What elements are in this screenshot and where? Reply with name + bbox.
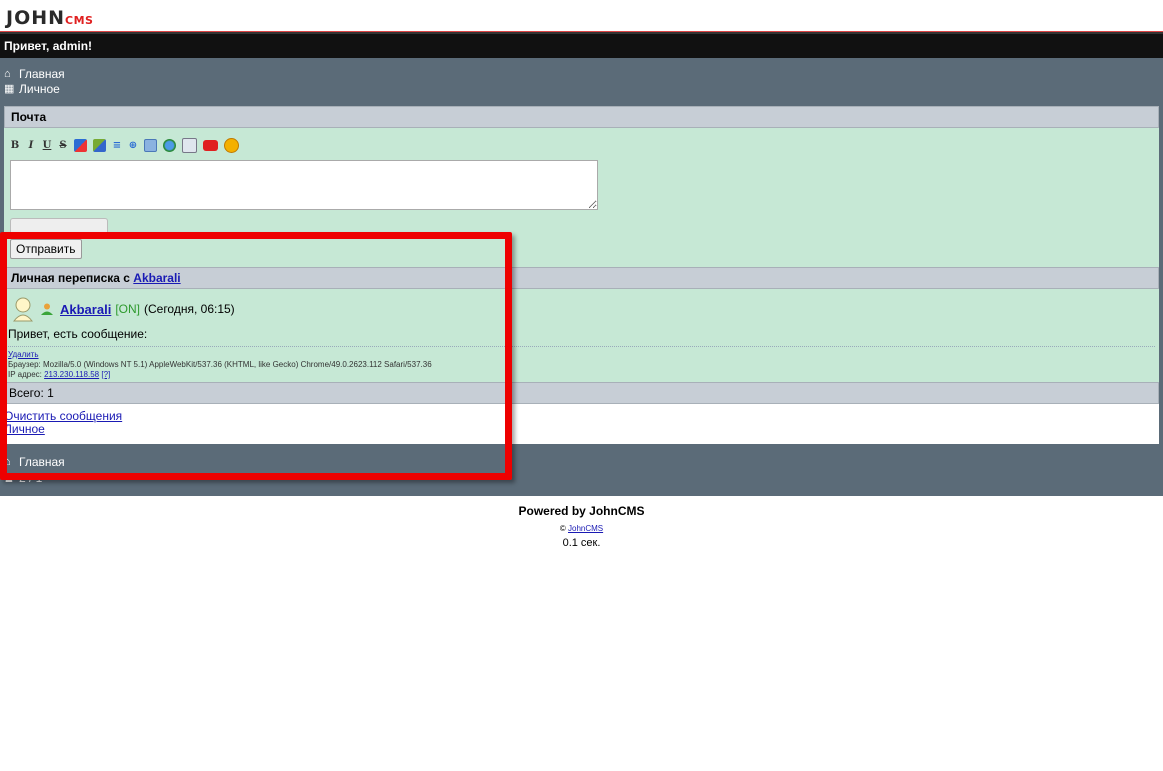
message-text: Привет, есть сообщение: <box>8 327 1155 347</box>
message-author-link[interactable]: Akbarali <box>60 302 111 317</box>
online-counter[interactable]: ♟ 2 / 1 <box>4 470 1159 486</box>
avatar <box>12 297 34 322</box>
personal-link[interactable]: Личное <box>4 423 1159 436</box>
compose-title: Почта <box>11 110 47 124</box>
conversation-title-prefix: Личная переписка с <box>11 271 134 285</box>
url-icon[interactable] <box>163 138 176 152</box>
total-count: Всего: 1 <box>9 386 54 400</box>
send-button[interactable]: Отправить <box>10 239 82 259</box>
browser-value: Mozilla/5.0 (Windows NT 5.1) AppleWebKit… <box>43 360 432 369</box>
youtube-icon[interactable] <box>203 139 218 151</box>
footer: Powered by JohnCMS © JohnCMS 0.1 сек. <box>0 504 1163 549</box>
delete-link[interactable]: Удалить <box>8 350 39 359</box>
underline-icon[interactable]: U <box>42 140 52 151</box>
message-item: Akbarali [ON] (Сегодня, 06:15) Привет, е… <box>4 289 1159 382</box>
home-icon: ⌂ <box>4 456 11 468</box>
online-count: 2 / 1 <box>19 471 43 485</box>
ip-link[interactable]: 213.230.118.58 <box>44 370 99 379</box>
grid-icon: ▦ <box>4 83 15 95</box>
greeting-text: Привет, admin! <box>4 39 93 53</box>
logo-bar: JOHNCMS <box>0 0 1163 32</box>
online-status: [ON] <box>115 302 140 316</box>
hidden-button-edge <box>10 218 108 233</box>
greeting-bar: Привет, admin! <box>0 32 1163 58</box>
johncms-link[interactable]: JohnCMS <box>568 524 603 533</box>
message-header: Akbarali [ON] (Сегодня, 06:15) <box>8 295 1155 323</box>
powered-by: Powered by JohnCMS <box>518 504 645 518</box>
footer-nav: ⌂ Главная ♟ 2 / 1 <box>0 444 1163 496</box>
text-color-icon[interactable] <box>74 138 87 152</box>
message-input[interactable] <box>10 160 598 210</box>
conversation-user-link[interactable]: Akbarali <box>133 271 180 285</box>
user-online-icon <box>41 303 53 315</box>
logo-sub: CMS <box>65 14 94 27</box>
bold-icon[interactable]: B <box>10 140 20 151</box>
strike-icon[interactable]: S <box>58 140 68 151</box>
nav-item-personal[interactable]: ▦ Личное <box>4 81 1159 96</box>
ip-label: IP адрес: <box>8 370 42 379</box>
message-time: (Сегодня, 06:15) <box>143 302 235 316</box>
conversation-links: Очистить сообщения Личное <box>4 404 1159 444</box>
bg-color-icon[interactable] <box>93 138 106 152</box>
nav-item-label: Личное <box>19 81 60 96</box>
browser-label: Браузер: <box>8 360 41 369</box>
smile-icon[interactable] <box>224 137 239 153</box>
compose-form: B I U S ≡ ⊕ Отправить <box>4 128 1159 267</box>
quote-icon[interactable] <box>144 138 157 152</box>
compose-header: Почта <box>4 106 1159 128</box>
clear-messages-link[interactable]: Очистить сообщения <box>4 410 1159 423</box>
total-bar: Всего: 1 <box>4 382 1159 404</box>
home-icon: ⌂ <box>4 67 11 80</box>
nav-item-label: Главная <box>19 66 65 81</box>
image-icon[interactable] <box>182 137 197 153</box>
spoiler-icon[interactable]: ⊕ <box>128 140 138 151</box>
logo-main: JOHN <box>6 7 66 29</box>
footer-home-link[interactable]: ⌂ Главная <box>4 454 1159 470</box>
copyright: © JohnCMS <box>0 524 1163 533</box>
conversation-header: Личная переписка с Akbarali <box>4 267 1159 289</box>
main-content: Почта B I U S ≡ ⊕ Отправить Личная переп… <box>0 106 1163 444</box>
italic-icon[interactable]: I <box>26 140 36 151</box>
generation-time: 0.1 сек. <box>562 537 601 549</box>
copyright-symbol: © <box>559 524 566 533</box>
message-meta: Удалить Браузер: Mozilla/5.0 (Windows NT… <box>8 350 1155 380</box>
bbcode-toolbar: B I U S ≡ ⊕ <box>10 136 1153 154</box>
footer-home-label: Главная <box>19 455 65 469</box>
nav-item-home[interactable]: ⌂ Главная <box>4 66 1159 81</box>
top-nav: ⌂ Главная ▦ Личное <box>0 58 1163 106</box>
content-inner: Почта B I U S ≡ ⊕ Отправить Личная переп… <box>4 106 1159 444</box>
list-icon[interactable]: ≡ <box>112 140 122 151</box>
logo[interactable]: JOHNCMS <box>6 7 93 29</box>
ip-help-link[interactable]: [?] <box>101 370 110 379</box>
users-icon: ♟ <box>4 472 14 485</box>
